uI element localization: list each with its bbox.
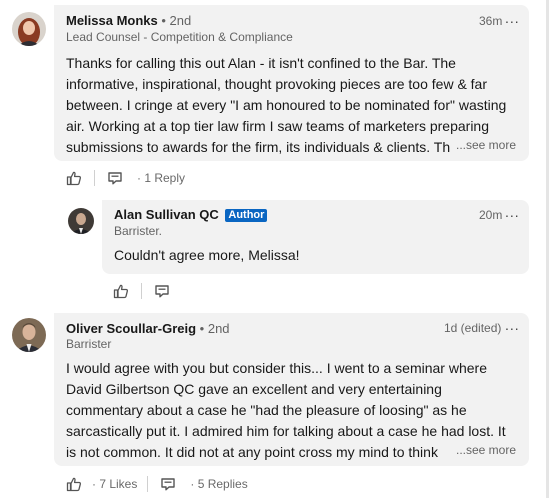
- author-headline: Barrister.: [114, 224, 163, 238]
- comment-text: I would agree with you but consider this…: [66, 358, 506, 463]
- connection-degree: • 2nd: [199, 321, 230, 336]
- comment-text: Thanks for calling this out Alan - it is…: [66, 53, 506, 158]
- comment-line: sarcastically put it. I admired him for …: [66, 423, 506, 439]
- comment-line: David Gilbertson QC gave an excellent an…: [66, 381, 442, 397]
- author-name[interactable]: Oliver Scoullar-Greig: [66, 321, 196, 336]
- comment-line: I would agree with you but consider this…: [66, 360, 487, 376]
- avatar-melissa[interactable]: [12, 12, 46, 46]
- reply-text: Couldn't agree more, Melissa!: [114, 247, 300, 263]
- comment-line: submissions to awards for the firm, its …: [66, 139, 451, 155]
- author-name[interactable]: Alan Sullivan QC: [114, 207, 219, 222]
- author-badge: Author: [225, 209, 268, 222]
- action-divider: [141, 283, 142, 299]
- avatar-alan[interactable]: [68, 208, 94, 234]
- action-divider: [147, 476, 149, 492]
- author-name[interactable]: Melissa Monks: [66, 13, 158, 28]
- more-options-button[interactable]: ...: [505, 317, 520, 333]
- more-options-button[interactable]: ...: [505, 204, 520, 220]
- reply-icon: [161, 478, 176, 491]
- see-more-link[interactable]: ...see more: [456, 138, 516, 152]
- reply-button[interactable]: [152, 281, 172, 301]
- reply-author[interactable]: Alan Sullivan QC Author: [114, 207, 268, 222]
- avatar-oliver[interactable]: [12, 318, 46, 352]
- see-more-link[interactable]: ...see more: [456, 443, 516, 457]
- reply-time: 20m: [479, 208, 503, 222]
- author-headline: Lead Counsel - Competition & Compliance: [66, 30, 293, 44]
- comment-line: is not common. It did not at any point c…: [66, 444, 438, 460]
- comment-time: 1d (edited): [444, 321, 502, 335]
- like-button[interactable]: [64, 168, 84, 188]
- comment-line: between. I cringe at every "I am honoure…: [66, 97, 507, 113]
- comment-line: commentary about a case he "had the plea…: [66, 402, 467, 418]
- reply-actions: [111, 281, 172, 301]
- replies-count-link[interactable]: · 1 Reply: [137, 171, 185, 185]
- like-button[interactable]: [64, 474, 84, 494]
- like-icon: [66, 171, 81, 186]
- likes-count-link[interactable]: · 7 Likes: [92, 477, 137, 491]
- avatar-photo-icon: [12, 318, 46, 352]
- comment-time: 36m: [479, 14, 503, 28]
- replies-count-link[interactable]: · 5 Replies: [190, 477, 247, 491]
- like-icon: [66, 477, 81, 492]
- reply-button[interactable]: [158, 474, 178, 494]
- like-icon: [113, 284, 128, 299]
- comment-line: Thanks for calling this out Alan - it is…: [66, 55, 456, 71]
- author-headline: Barrister: [66, 337, 112, 351]
- comment-actions: · 1 Reply: [64, 168, 185, 188]
- connection-degree: • 2nd: [161, 13, 192, 28]
- avatar-photo-icon: [12, 12, 46, 46]
- comment-line: air. Working at a top tier law firm I sa…: [66, 118, 490, 134]
- comment-author[interactable]: Oliver Scoullar-Greig • 2nd: [66, 321, 230, 336]
- comment-actions: · 7 Likes · 5 Replies: [64, 474, 248, 494]
- action-divider: [94, 170, 95, 186]
- comment-author[interactable]: Melissa Monks • 2nd: [66, 13, 191, 28]
- avatar-photo-icon: [68, 208, 94, 234]
- reply-button[interactable]: [105, 168, 125, 188]
- comment-line: informative, inspirational, thought prov…: [66, 76, 488, 92]
- more-options-button[interactable]: ...: [505, 10, 520, 26]
- reply-icon: [108, 172, 122, 185]
- reply-icon: [155, 285, 169, 298]
- like-button[interactable]: [111, 281, 131, 301]
